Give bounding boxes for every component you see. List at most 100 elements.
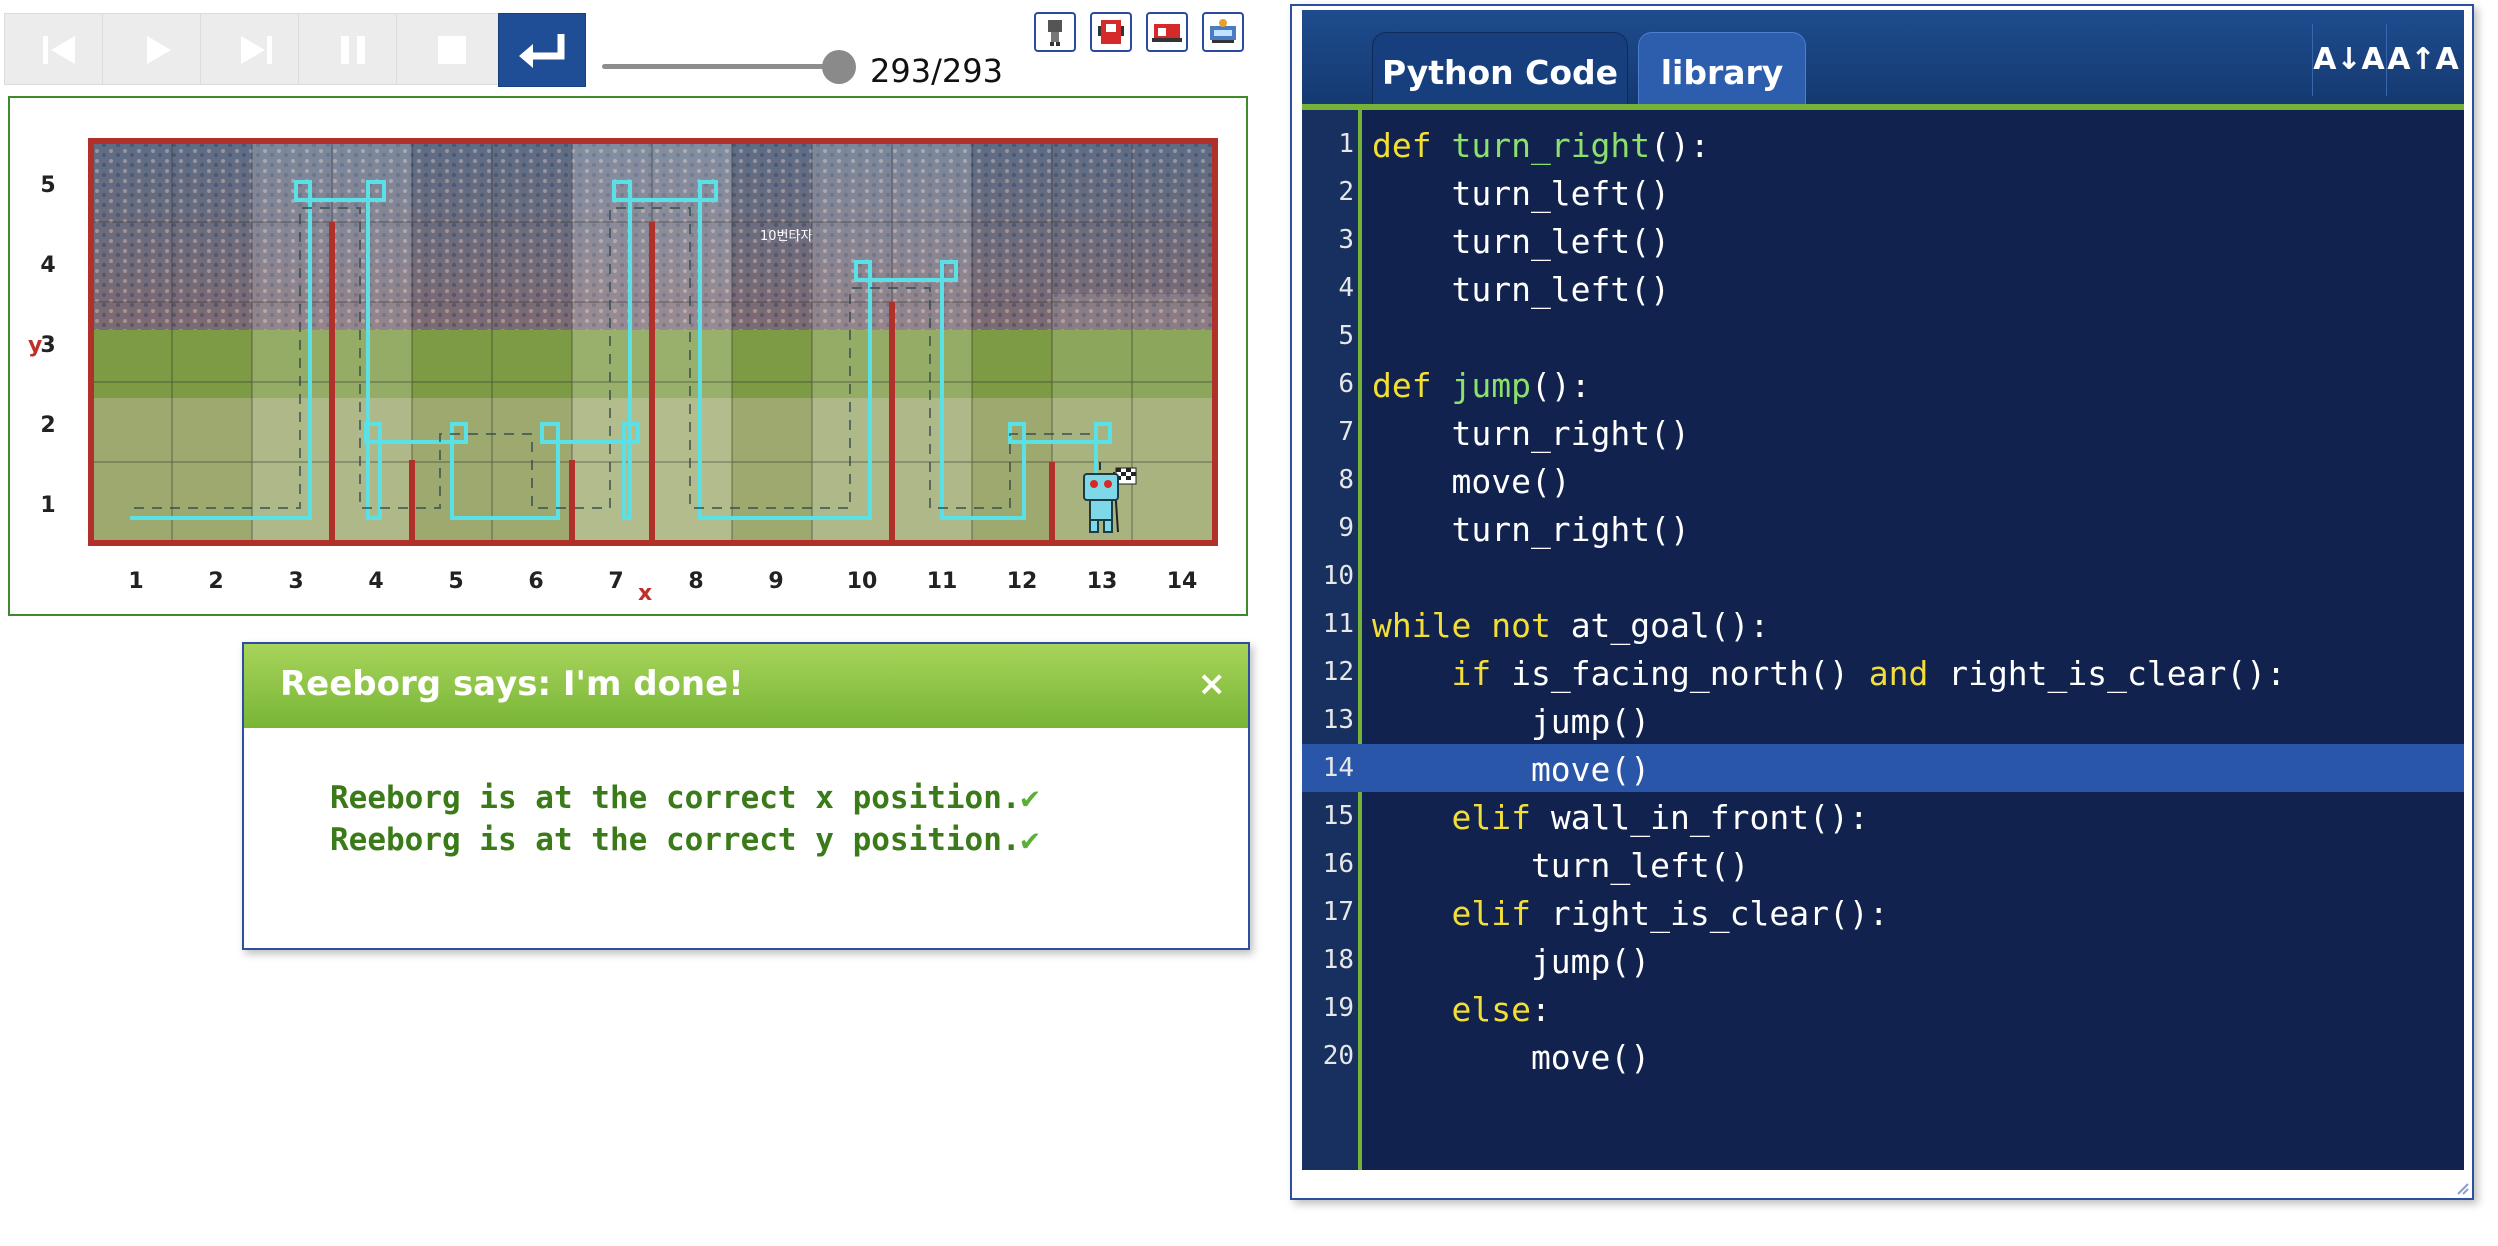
line-number: 1	[1338, 129, 1354, 159]
code-line[interactable]: 15 elif wall_in_front():	[1302, 792, 2464, 840]
world-editor-icon[interactable]	[1202, 12, 1244, 52]
keyword-token: def	[1372, 366, 1452, 405]
stadium-banner: 10번타자	[760, 229, 812, 244]
keyword-token: if	[1451, 654, 1512, 693]
line-number: 11	[1322, 609, 1354, 639]
code-line[interactable]: 2 turn_left()	[1302, 168, 2464, 216]
keyword-token: while not	[1372, 606, 1571, 645]
code-line[interactable]: 5	[1302, 312, 2464, 360]
pause-button[interactable]	[298, 13, 408, 85]
y-tick: 1	[40, 493, 55, 518]
line-number: 6	[1338, 369, 1354, 399]
y-tick: 5	[40, 173, 55, 198]
code-line[interactable]: 4 turn_left()	[1302, 264, 2464, 312]
code-text: turn_left()	[1372, 222, 1670, 261]
dialog-message: Reeborg is at the correct x position.✔	[330, 780, 1039, 816]
x-tick: 12	[1007, 569, 1038, 594]
message-text: Reeborg is at the correct y position.	[330, 822, 1021, 858]
code-token: ():	[1650, 126, 1710, 165]
code-token: move()	[1372, 750, 1651, 789]
code-token: turn_left()	[1372, 174, 1671, 213]
code-text: def turn_right():	[1372, 126, 1710, 165]
code-token: turn_right()	[1372, 414, 1690, 453]
code-token: at_goal():	[1570, 606, 1770, 645]
tab-python-code[interactable]: Python Code	[1372, 32, 1628, 110]
reload-button[interactable]	[498, 13, 586, 87]
close-icon[interactable]: ×	[1198, 664, 1227, 704]
code-line[interactable]: 8 move()	[1302, 456, 2464, 504]
decrease-font-button[interactable]: A↓A	[2312, 24, 2385, 96]
code-token: turn_left()	[1372, 846, 1750, 885]
code-line[interactable]: 7 turn_right()	[1302, 408, 2464, 456]
code-line[interactable]: 11 while not at_goal():	[1302, 600, 2464, 648]
run-button[interactable]	[102, 13, 212, 85]
code-line[interactable]: 6 def jump():	[1302, 360, 2464, 408]
code-line[interactable]: 9 turn_right()	[1302, 504, 2464, 552]
robot-select-icon[interactable]	[1034, 12, 1076, 52]
code-text: turn_left()	[1372, 270, 1670, 309]
code-line[interactable]: 3 turn_left()	[1302, 216, 2464, 264]
x-tick: 13	[1087, 569, 1118, 594]
history-slider-handle[interactable]	[822, 50, 856, 84]
code-token: ():	[1530, 366, 1591, 405]
code-line[interactable]: 20 move()	[1302, 1032, 2464, 1080]
code-text: turn_right()	[1372, 414, 1690, 453]
line-number: 9	[1338, 513, 1354, 543]
function-name-token: turn_right	[1451, 126, 1651, 165]
line-number: 4	[1338, 273, 1354, 303]
reeborg-says-dialog: Reeborg says: I'm done! × Reeborg is at …	[242, 642, 1250, 950]
line-number: 16	[1322, 849, 1354, 879]
code-token: turn_left()	[1372, 222, 1671, 261]
resize-handle-icon[interactable]	[2456, 1182, 2470, 1196]
code-token: jump()	[1372, 702, 1651, 741]
highlight-robot-icon[interactable]	[1090, 12, 1132, 52]
code-line[interactable]: 18 jump()	[1302, 936, 2464, 984]
code-area[interactable]: 1 def turn_right(): 2 turn_left() 3 turn_le…	[1302, 110, 2464, 1170]
code-text: while not at_goal():	[1372, 606, 1769, 645]
x-tick: 8	[688, 569, 703, 594]
tab-library[interactable]: library	[1638, 32, 1806, 110]
code-token: turn_right()	[1372, 510, 1690, 549]
code-token: right_is_clear():	[1550, 894, 1889, 933]
code-line[interactable]: 14 move()	[1302, 744, 2464, 792]
code-text: turn_left()	[1372, 846, 1750, 885]
code-text: else:	[1372, 990, 1550, 1029]
message-text: Reeborg is at the correct x position.	[330, 780, 1021, 816]
dialog-header[interactable]: Reeborg says: I'm done! ×	[244, 644, 1248, 728]
y-tick: 2	[40, 413, 55, 438]
code-text: elif right_is_clear():	[1372, 894, 1889, 933]
code-text: jump()	[1372, 702, 1650, 741]
code-token: turn_left()	[1372, 270, 1671, 309]
reverse-step-button[interactable]	[4, 13, 114, 85]
x-tick: 2	[208, 569, 223, 594]
line-number: 8	[1338, 465, 1354, 495]
code-line[interactable]: 12 if is_facing_north() and right_is_cle…	[1302, 648, 2464, 696]
x-tick: 7	[608, 569, 623, 594]
code-text: def jump():	[1372, 366, 1591, 405]
world-canvas: 10번타자 y 1 2 3 4 5 1 2 3 4 5 6 7 8 9 10 1…	[28, 138, 1218, 606]
line-number: 10	[1322, 561, 1354, 591]
stop-icon	[438, 36, 466, 64]
increase-font-button[interactable]: A↑A	[2386, 24, 2459, 96]
line-number: 12	[1322, 657, 1354, 687]
dialog-message: Reeborg is at the correct y position.✔	[330, 822, 1039, 858]
code-line[interactable]: 1 def turn_right():	[1302, 120, 2464, 168]
stop-button[interactable]	[396, 13, 506, 85]
code-line[interactable]: 13 jump()	[1302, 696, 2464, 744]
line-number: 7	[1338, 417, 1354, 447]
step-forward-icon	[241, 36, 272, 64]
code-line[interactable]: 17 elif right_is_clear():	[1302, 888, 2464, 936]
history-slider-track[interactable]	[602, 64, 842, 69]
y-tick: 3	[40, 333, 55, 358]
pause-icon	[341, 36, 365, 64]
code-text: jump()	[1372, 942, 1650, 981]
code-line[interactable]: 19 else:	[1302, 984, 2464, 1032]
world-info-icon[interactable]	[1146, 12, 1188, 52]
step-button[interactable]	[200, 13, 310, 85]
code-line[interactable]: 10	[1302, 552, 2464, 600]
code-line[interactable]: 16 turn_left()	[1302, 840, 2464, 888]
world-panel: 10번타자 y 1 2 3 4 5 1 2 3 4 5 6 7 8 9 10 1…	[8, 96, 1248, 616]
x-tick: 10	[847, 569, 878, 594]
dialog-title: Reeborg says: I'm done!	[280, 664, 744, 704]
y-tick: 4	[40, 253, 55, 278]
